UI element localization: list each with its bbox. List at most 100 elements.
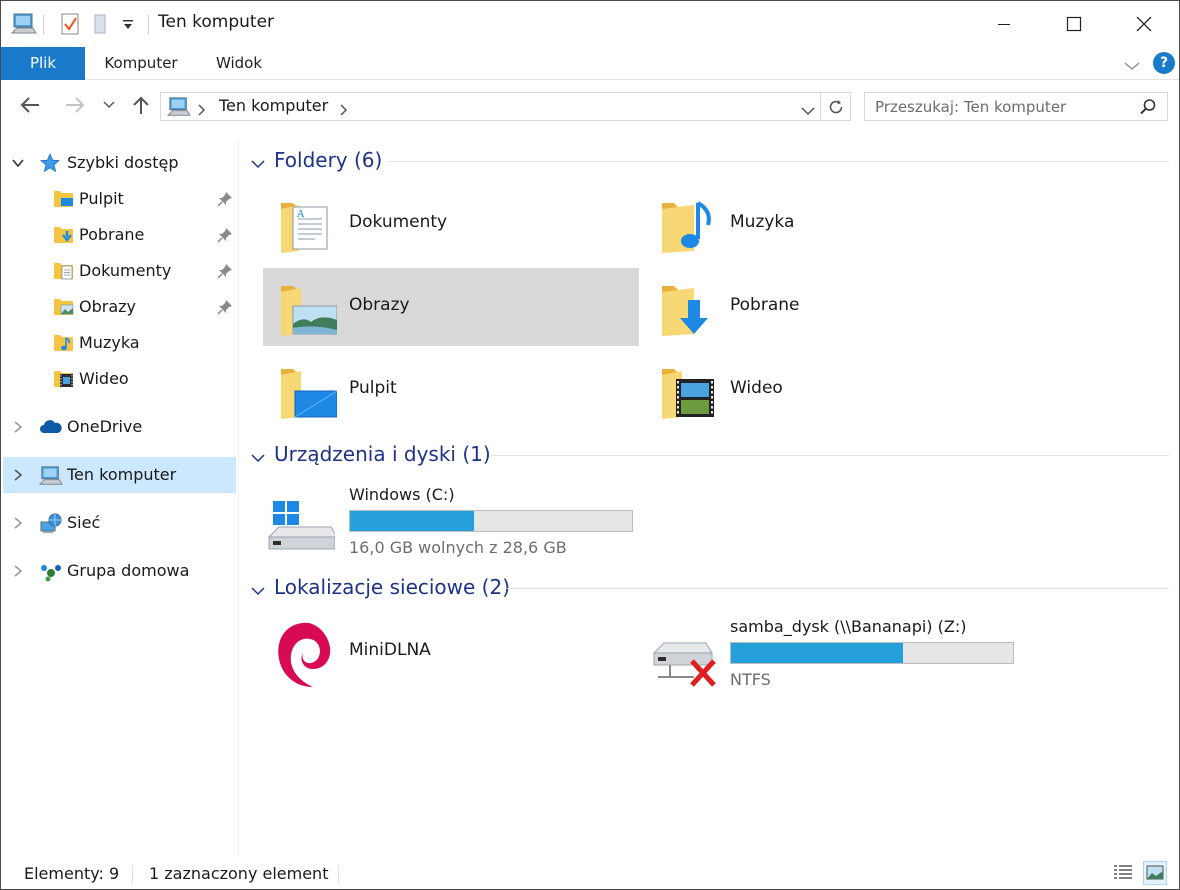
drive-tile-samba-z[interactable]: samba_dysk (\\Bananapi) (Z:) NTFS <box>644 615 1024 697</box>
maximize-button[interactable] <box>1039 1 1109 47</box>
search-input[interactable] <box>865 93 1135 120</box>
tab-widok[interactable]: Widok <box>203 47 275 80</box>
forward-button[interactable] <box>61 91 89 119</box>
chevron-down-icon[interactable] <box>251 449 265 468</box>
sidebar-item-onedrive[interactable]: OneDrive <box>3 409 236 445</box>
tab-komputer[interactable]: Komputer <box>95 47 187 80</box>
search-icon[interactable] <box>1139 98 1157 120</box>
network-tile-minidlna[interactable]: MiniDLNA <box>263 613 639 691</box>
breadcrumb-separator-icon[interactable] <box>339 101 349 120</box>
debian-swirl-icon <box>273 617 333 687</box>
address-history-button[interactable] <box>801 101 815 120</box>
sidebar-item-obrazy[interactable]: Obrazy <box>3 289 236 325</box>
breadcrumb-separator-icon[interactable] <box>197 101 207 120</box>
back-arrow-icon <box>20 97 39 113</box>
folder-tile-pobrane[interactable]: Pobrane <box>644 268 1020 346</box>
minimize-icon <box>998 24 1010 25</box>
recent-locations-button[interactable] <box>97 91 121 119</box>
chevron-right-icon[interactable] <box>11 467 25 486</box>
folder-tile-wideo[interactable]: Wideo <box>644 351 1020 429</box>
folder-tile-obrazy[interactable]: Obrazy <box>263 268 639 346</box>
homegroup-icon <box>39 561 61 582</box>
refresh-button[interactable] <box>821 92 851 121</box>
chevron-right-icon[interactable] <box>11 419 25 438</box>
selection-count: 1 zaznaczony element <box>149 864 329 883</box>
pin-icon[interactable] <box>217 299 233 319</box>
videos-folder-icon <box>53 369 75 389</box>
back-button[interactable] <box>16 91 44 119</box>
this-pc-icon[interactable] <box>10 12 37 40</box>
sidebar-item-label: OneDrive <box>67 417 143 436</box>
status-divider <box>338 865 339 883</box>
folder-tile-muzyka[interactable]: Muzyka <box>644 185 1020 263</box>
customize-quick-access-icon[interactable] <box>121 17 135 36</box>
chevron-right-icon[interactable] <box>11 563 25 582</box>
sidebar-item-muzyka[interactable]: Muzyka <box>3 325 236 361</box>
group-header-folders[interactable]: Foldery (6) <box>251 146 1169 176</box>
pin-icon[interactable] <box>217 191 233 211</box>
window-title: Ten komputer <box>158 12 275 32</box>
up-arrow-icon <box>133 96 149 114</box>
sidebar-item-pobrane[interactable]: Pobrane <box>3 217 236 253</box>
ribbon-tabs: Plik Komputer Widok ? <box>1 47 1179 80</box>
pin-icon[interactable] <box>217 227 233 247</box>
drive-tile-windows-c[interactable]: Windows (C:) 16,0 GB wolnych z 28,6 GB <box>263 483 643 565</box>
chevron-down-icon <box>801 107 815 116</box>
folder-label: Obrazy <box>349 295 410 315</box>
sidebar-item-quick-access[interactable]: Szybki dostęp <box>3 145 236 181</box>
close-icon <box>1136 16 1152 32</box>
folder-label: Wideo <box>730 378 783 398</box>
sidebar-item-wideo[interactable]: Wideo <box>3 361 236 397</box>
chevron-right-icon[interactable] <box>11 515 25 534</box>
pin-icon[interactable] <box>217 263 233 283</box>
folder-tile-dokumenty[interactable]: A Dokumenty <box>263 185 639 263</box>
tab-plik[interactable]: Plik <box>1 47 85 80</box>
group-header-devices[interactable]: Urządzenia i dyski (1) <box>251 440 1169 470</box>
properties-icon[interactable] <box>59 12 81 40</box>
folder-label: Muzyka <box>730 212 795 232</box>
windows-drive-icon <box>265 495 338 555</box>
details-view-button[interactable] <box>1111 861 1135 885</box>
folder-label: Pobrane <box>730 295 800 315</box>
address-bar[interactable]: Ten komputer <box>160 92 821 121</box>
videos-folder-icon <box>658 361 718 421</box>
breadcrumb-this-pc[interactable]: Ten komputer <box>219 96 328 115</box>
network-icon <box>39 513 62 533</box>
maximize-icon <box>1066 16 1082 32</box>
up-button[interactable] <box>127 91 155 119</box>
sidebar-item-this-pc[interactable]: Ten komputer <box>3 457 236 493</box>
drive-free-space: 16,0 GB wolnych z 28,6 GB <box>349 538 567 557</box>
new-folder-icon[interactable] <box>91 12 111 40</box>
large-icons-view-icon <box>1146 865 1164 880</box>
group-header-network[interactable]: Lokalizacje sieciowe (2) <box>251 573 1169 603</box>
sidebar-item-label: Sieć <box>67 513 101 532</box>
sidebar-item-homegroup[interactable]: Grupa domowa <box>3 553 236 589</box>
chevron-down-icon[interactable] <box>251 582 265 601</box>
pictures-folder-icon <box>277 278 338 338</box>
documents-folder-icon: A <box>277 195 337 255</box>
large-icons-view-button[interactable] <box>1143 861 1167 885</box>
refresh-icon <box>829 99 842 113</box>
group-title: Lokalizacje sieciowe (2) <box>274 575 511 599</box>
onedrive-cloud-icon <box>39 417 62 437</box>
status-divider <box>132 865 133 883</box>
chevron-down-icon[interactable] <box>11 155 25 174</box>
folder-tile-pulpit[interactable]: Pulpit <box>263 351 639 429</box>
group-divider <box>507 588 1169 589</box>
close-button[interactable] <box>1109 1 1179 47</box>
search-box[interactable] <box>864 92 1168 121</box>
desktop-folder-icon <box>277 361 338 421</box>
sidebar-item-network[interactable]: Sieć <box>3 505 236 541</box>
downloads-folder-icon <box>53 225 75 245</box>
navigation-bar: Ten komputer <box>1 81 1179 131</box>
status-bar: Elementy: 9 1 zaznaczony element <box>1 857 1179 889</box>
music-folder-icon <box>658 195 718 255</box>
expand-ribbon-chevron-icon[interactable] <box>1123 57 1141 76</box>
drive-label: Windows (C:) <box>349 485 455 504</box>
sidebar-item-dokumenty[interactable]: Dokumenty <box>3 253 236 289</box>
minimize-button[interactable] <box>969 1 1039 47</box>
sidebar-item-pulpit[interactable]: Pulpit <box>3 181 236 217</box>
group-title: Foldery (6) <box>274 148 383 172</box>
chevron-down-icon[interactable] <box>251 155 265 174</box>
help-button[interactable]: ? <box>1153 52 1175 74</box>
